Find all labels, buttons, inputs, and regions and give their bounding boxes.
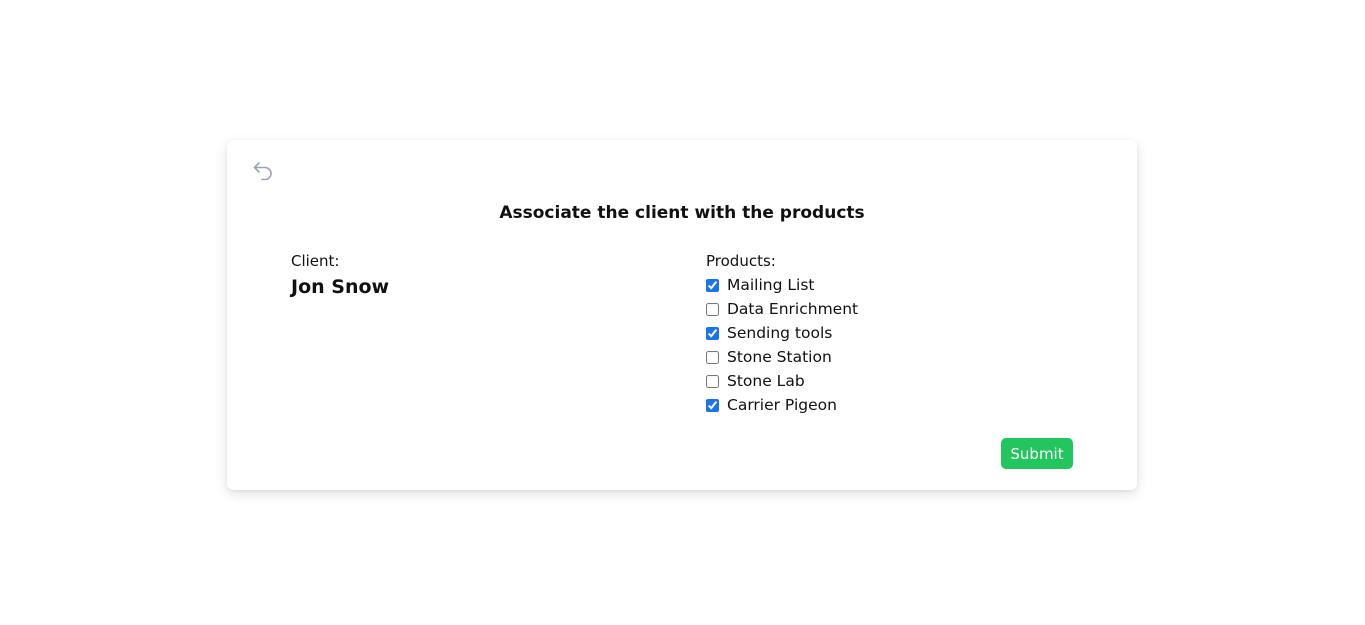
product-label: Data Enrichment [727, 300, 859, 318]
product-label: Mailing List [727, 276, 815, 294]
product-item: Carrier Pigeon [706, 393, 858, 417]
product-item: Stone Station [706, 345, 858, 369]
back-button[interactable] [251, 159, 275, 183]
products-label: Products: [706, 252, 776, 270]
product-item: Data Enrichment [706, 297, 858, 321]
product-checkbox-data-enrichment[interactable] [706, 302, 719, 316]
client-section: Client: Jon Snow [291, 251, 389, 301]
client-name: Jon Snow [291, 276, 390, 298]
product-item: Mailing List [706, 273, 858, 297]
page-title: Associate the client with the products [499, 203, 865, 223]
undo-arrow-icon [253, 162, 272, 181]
product-label: Stone Lab [727, 372, 805, 390]
product-item: Stone Lab [706, 369, 858, 393]
product-item: Sending tools [706, 321, 858, 345]
product-label: Carrier Pigeon [727, 396, 837, 414]
product-list: Mailing List Data Enrichment Sending too… [706, 273, 858, 417]
product-checkbox-mailing-list[interactable] [706, 278, 719, 292]
product-checkbox-carrier-pigeon[interactable] [706, 398, 719, 412]
product-checkbox-sending-tools[interactable] [706, 326, 719, 340]
product-checkbox-stone-station[interactable] [706, 350, 719, 364]
product-checkbox-stone-lab[interactable] [706, 374, 719, 388]
product-label: Sending tools [727, 324, 833, 342]
client-label: Client: [291, 252, 340, 270]
product-label: Stone Station [727, 348, 832, 366]
products-section: Products: Mailing List Data Enrichment S… [706, 251, 858, 417]
association-card: Associate the client with the products C… [227, 140, 1137, 490]
submit-button[interactable]: Submit [1001, 438, 1073, 469]
